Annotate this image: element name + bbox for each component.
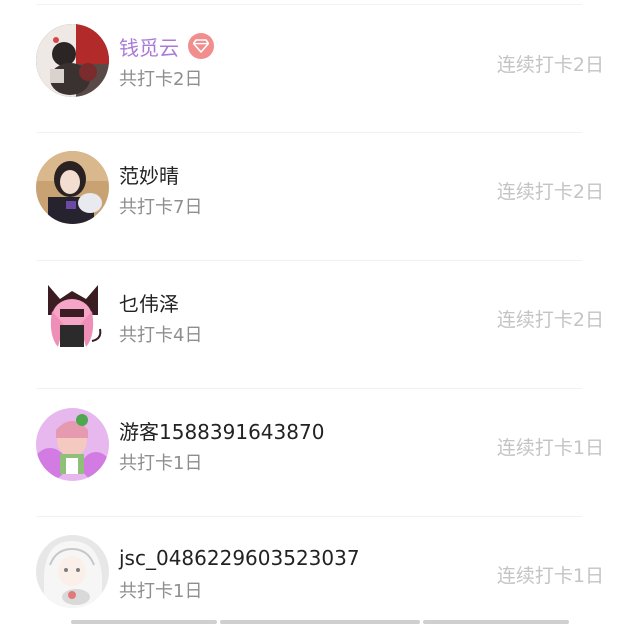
list-item[interactable]: jsc_0486229603523037 共打卡1日 连续打卡1日	[0, 517, 640, 627]
list-item[interactable]: 范妙晴 共打卡7日 连续打卡2日	[0, 133, 640, 261]
avatar-image	[36, 408, 109, 481]
avatar-image	[36, 281, 109, 354]
list-item[interactable]: 游客1588391643870 共打卡1日 连续打卡1日	[0, 389, 640, 517]
avatar-image	[36, 151, 109, 224]
avatar-image	[36, 24, 109, 97]
total-checkin-days: 共打卡1日	[119, 581, 203, 602]
total-checkin-days: 共打卡4日	[119, 325, 203, 346]
user-name[interactable]: jsc_0486229603523037	[119, 546, 360, 570]
user-avatar[interactable]	[36, 24, 109, 97]
user-name[interactable]: 游客1588391643870	[119, 416, 324, 445]
vip-diamond-icon	[188, 33, 214, 59]
streak-days: 连续打卡2日	[496, 309, 604, 331]
name-line: 乜伟泽	[119, 287, 179, 317]
name-line: 钱觅云	[119, 31, 214, 61]
total-checkin-days: 共打卡2日	[119, 69, 203, 90]
list-item[interactable]: 乜伟泽 共打卡4日 连续打卡2日	[0, 261, 640, 389]
page-indicator[interactable]	[220, 620, 420, 624]
total-checkin-days: 共打卡7日	[119, 197, 203, 218]
name-line: jsc_0486229603523037	[119, 543, 360, 573]
user-avatar[interactable]	[36, 408, 109, 481]
user-avatar[interactable]	[36, 151, 109, 224]
name-line: 范妙晴	[119, 159, 179, 189]
user-name[interactable]: 钱觅云	[119, 32, 179, 61]
streak-days: 连续打卡2日	[496, 54, 604, 76]
streak-days: 连续打卡2日	[496, 181, 604, 203]
user-avatar[interactable]	[36, 281, 109, 354]
streak-days: 连续打卡1日	[496, 437, 604, 459]
total-checkin-days: 共打卡1日	[119, 453, 203, 474]
list-item[interactable]: 钱觅云 共打卡2日 连续打卡2日	[0, 5, 640, 133]
streak-days: 连续打卡1日	[496, 565, 604, 587]
page-indicator[interactable]	[71, 620, 217, 624]
user-avatar[interactable]	[36, 535, 109, 608]
user-name[interactable]: 范妙晴	[119, 160, 179, 189]
user-name[interactable]: 乜伟泽	[119, 288, 179, 317]
avatar-image	[36, 535, 109, 608]
name-line: 游客1588391643870	[119, 415, 324, 445]
checkin-list: 钱觅云 共打卡2日 连续打卡2日 范妙晴 共打卡7日 连续打卡2日 乜伟泽 共打…	[0, 0, 640, 627]
page-indicator[interactable]	[423, 620, 569, 624]
diamond-icon	[193, 39, 209, 53]
